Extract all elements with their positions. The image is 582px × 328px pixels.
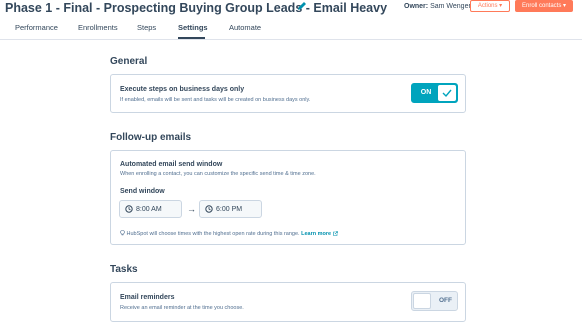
- business-days-description: If enabled, emails will be sent and task…: [120, 97, 311, 103]
- checkmark-icon: [442, 89, 452, 98]
- page-title: Phase 1 - Final - Prospecting Buying Gro…: [5, 1, 388, 15]
- tab-bar: Performance Enrollments Steps Settings A…: [0, 22, 582, 40]
- tab-enrollments[interactable]: Enrollments: [78, 22, 118, 40]
- business-days-toggle[interactable]: ON: [411, 83, 458, 103]
- followup-card: Automated email send window When enrolli…: [110, 150, 466, 245]
- toggle-on-label: ON: [420, 89, 432, 96]
- arrow-right-icon: →: [187, 204, 196, 214]
- email-reminders-heading: Email reminders: [120, 294, 175, 301]
- tasks-card: Email reminders Receive an email reminde…: [110, 282, 466, 322]
- start-time-value: 8:00 AM: [136, 206, 162, 213]
- tasks-section-title: Tasks: [110, 264, 138, 275]
- learn-more-label: Learn more: [301, 231, 332, 237]
- pencil-edit-icon[interactable]: [297, 1, 307, 11]
- tab-automate[interactable]: Automate: [229, 22, 261, 40]
- tab-performance[interactable]: Performance: [15, 22, 58, 40]
- toggle-off-label: OFF: [439, 297, 452, 304]
- enroll-contacts-button[interactable]: Enroll contacts ▾: [515, 0, 573, 12]
- send-window-description: When enrolling a contact, you can custom…: [120, 171, 316, 177]
- followup-section-title: Follow-up emails: [110, 132, 192, 143]
- email-reminders-description: Receive an email reminder at the time yo…: [120, 305, 244, 311]
- owner-name: Sam Wenger: [430, 3, 471, 10]
- clock-icon: [205, 205, 213, 213]
- owner-info: Owner: Sam Wenger: [404, 3, 471, 10]
- learn-more-link[interactable]: Learn more: [301, 230, 338, 237]
- send-window-hint: HubSpot will choose times with the highe…: [120, 230, 338, 237]
- toggle-knob: [438, 85, 456, 101]
- actions-button[interactable]: Actions ▾: [470, 0, 510, 12]
- toggle-knob: [413, 293, 431, 309]
- active-tab-indicator: [178, 37, 205, 39]
- lightbulb-icon: [120, 230, 125, 236]
- business-days-heading: Execute steps on business days only: [120, 86, 245, 93]
- start-time-input[interactable]: 8:00 AM: [119, 200, 182, 218]
- clock-icon: [125, 205, 133, 213]
- send-window-label: Send window: [120, 188, 165, 195]
- general-section-title: General: [110, 56, 148, 67]
- tab-steps[interactable]: Steps: [137, 22, 156, 40]
- general-card: Execute steps on business days only If e…: [110, 74, 466, 113]
- send-window-heading: Automated email send window: [120, 161, 223, 168]
- end-time-value: 6:00 PM: [216, 206, 243, 213]
- end-time-input[interactable]: 6:00 PM: [199, 200, 262, 218]
- external-link-icon: [332, 230, 338, 236]
- hint-text: HubSpot will choose times with the highe…: [126, 231, 300, 237]
- page-header: Phase 1 - Final - Prospecting Buying Gro…: [0, 0, 582, 40]
- owner-label: Owner:: [404, 3, 429, 10]
- email-reminders-toggle[interactable]: OFF: [411, 291, 458, 311]
